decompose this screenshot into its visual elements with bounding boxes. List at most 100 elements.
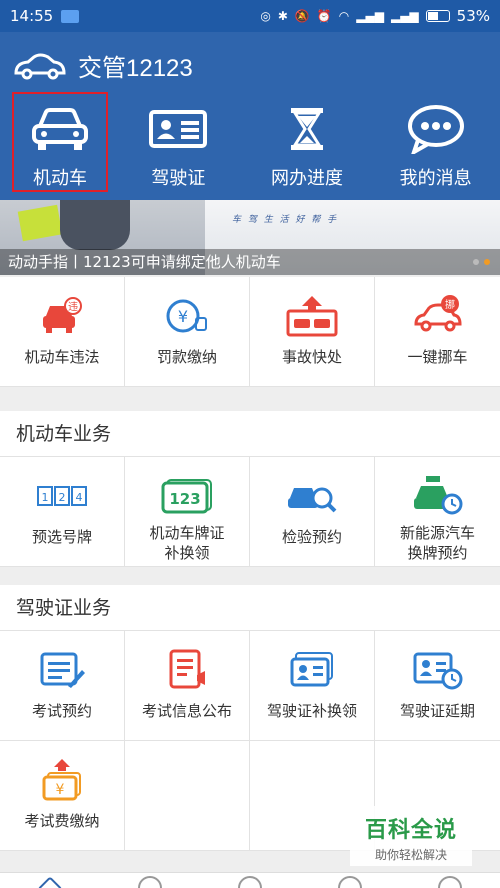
nav-messages[interactable]: 我的消息 [371, 94, 500, 194]
top-nav: 机动车 驾驶证 网办进度 我的消息 [0, 92, 500, 194]
quick-action-move-car-label: 一键挪车 [407, 348, 468, 366]
tab-5-icon [438, 876, 462, 888]
chat-bubble-icon [404, 104, 468, 154]
battery-icon [425, 10, 450, 22]
svg-text:¥: ¥ [56, 782, 65, 798]
tab-2-icon [138, 876, 162, 888]
nav-progress[interactable]: 网办进度 [243, 94, 372, 194]
nav-license-label: 驾驶证 [151, 168, 206, 189]
banner-vest [17, 204, 63, 242]
license-item-license-replace[interactable]: 驾驶证补换领 [250, 631, 375, 741]
notification-app-icon [61, 9, 80, 23]
quick-action-violation[interactable]: 违 机动车违法 [0, 277, 125, 387]
home-icon [37, 876, 63, 888]
vehicle-item-plate-replace[interactable]: 123 机动车牌证 补换领 [125, 457, 250, 567]
status-bar: 14:55 ◎ ✱ 🔕 ⏰ ◠ ▂▄▆ ▂▄▆ 53% [0, 0, 500, 32]
tab-3-icon [238, 876, 262, 888]
tab-5[interactable] [400, 873, 500, 888]
banner-slogan: 车 驾 生 活 好 帮 手 [232, 215, 339, 225]
bluetooth-icon: ✱ [277, 9, 288, 23]
car-front-icon [28, 104, 92, 154]
license-item-empty-1 [125, 741, 250, 851]
wifi-icon: ◠ [338, 9, 350, 23]
nav-vehicle[interactable]: 机动车 [12, 92, 108, 192]
quick-action-move-car[interactable]: 挪 一键挪车 [375, 277, 500, 387]
status-time: 14:55 [10, 7, 54, 25]
nfc-icon: ◎ [260, 9, 271, 23]
svg-text:2: 2 [59, 491, 66, 504]
quick-actions-card: 违 机动车违法 ¥ 罚款缴纳 事故快处 挪 一键挪车 [0, 277, 500, 387]
nav-vehicle-label: 机动车 [33, 168, 87, 189]
license-item-exam-info[interactable]: 考试信息公布 [125, 631, 250, 741]
svg-text:挪: 挪 [445, 298, 455, 311]
inspection-icon [285, 473, 339, 519]
license-item-license-extend[interactable]: 驾驶证延期 [375, 631, 500, 741]
license-services-title: 驾驶证业务 [0, 585, 500, 631]
plate-select-icon: 1 2 4 [35, 473, 89, 519]
banner-caption: 动动手指丨12123可申请绑定他人机动车 [0, 249, 500, 275]
vehicle-item-plate-select-label: 预选号牌 [31, 528, 92, 546]
svg-text:123: 123 [169, 490, 200, 508]
vehicle-item-new-energy[interactable]: 新能源汽车 换牌预约 [375, 457, 500, 567]
license-item-exam-booking-label: 考试预约 [31, 702, 92, 720]
banner-person [60, 200, 130, 250]
license-item-exam-booking[interactable]: 考试预约 [0, 631, 125, 741]
fine-payment-icon: ¥ [160, 293, 214, 339]
signal-icon-2: ▂▄▆ [390, 9, 419, 23]
svg-text:¥: ¥ [178, 307, 188, 326]
vehicle-item-inspection[interactable]: 检验预约 [250, 457, 375, 567]
plate-replace-icon: 123 [160, 473, 214, 519]
vehicle-services-title: 机动车业务 [0, 411, 500, 457]
vehicle-item-inspection-label: 检验预约 [281, 528, 342, 546]
quick-action-fine-label: 罚款缴纳 [156, 348, 217, 366]
quick-action-fine[interactable]: ¥ 罚款缴纳 [125, 277, 250, 387]
tab-2[interactable] [100, 873, 200, 888]
app-title: 交管12123 [78, 55, 193, 82]
banner-pagination [473, 259, 490, 265]
tab-home[interactable] [0, 873, 100, 888]
quick-action-accident[interactable]: 事故快处 [250, 277, 375, 387]
banner-dot-1[interactable] [473, 259, 479, 265]
battery-percent: 53% [456, 7, 490, 25]
signal-icon: ▂▄▆ [356, 9, 384, 23]
vehicle-item-plate-select[interactable]: 1 2 4 预选号牌 [0, 457, 125, 567]
license-extend-icon [411, 647, 465, 693]
new-energy-icon [411, 473, 465, 519]
exam-info-icon [160, 647, 214, 693]
car-violation-icon: 违 [35, 293, 89, 339]
license-item-exam-fee-label: 考试费缴纳 [24, 812, 100, 830]
license-item-exam-fee[interactable]: ¥ 考试费缴纳 [0, 741, 125, 851]
car-logo-icon [14, 53, 66, 79]
license-item-exam-info-label: 考试信息公布 [141, 702, 232, 720]
vehicle-item-new-energy-label: 新能源汽车 换牌预约 [399, 524, 475, 562]
app-logo-row: 交管12123 [12, 48, 193, 83]
svg-text:违: 违 [68, 301, 78, 313]
license-card-icon [146, 104, 210, 154]
license-item-license-replace-label: 驾驶证补换领 [266, 702, 357, 720]
vehicle-services-card: 机动车业务 1 2 4 预选号牌 123 机动车牌证 补换领 检验预约 新能源汽… [0, 411, 500, 567]
watermark: 百科全说 助你轻松解决 [350, 806, 472, 866]
exam-booking-icon [35, 647, 89, 693]
license-replace-icon [285, 647, 339, 693]
watermark-subtitle: 助你轻松解决 [374, 848, 447, 862]
mute-icon: 🔕 [294, 9, 310, 23]
quick-action-accident-label: 事故快处 [281, 348, 342, 366]
tab-3[interactable] [200, 873, 300, 888]
svg-text:1: 1 [42, 491, 49, 504]
nav-progress-label: 网办进度 [271, 168, 343, 189]
promo-banner[interactable]: 车 驾 生 活 好 帮 手 动动手指丨12123可申请绑定他人机动车 [0, 200, 500, 275]
nav-license[interactable]: 驾驶证 [114, 94, 243, 194]
quick-action-violation-label: 机动车违法 [24, 348, 100, 366]
exam-fee-icon: ¥ [35, 757, 89, 803]
watermark-title: 百科全说 [364, 818, 457, 843]
tab-4[interactable] [300, 873, 400, 888]
app-header: 交管12123 机动车 驾驶证 网办进度 我的消息 [0, 32, 500, 200]
move-car-icon: 挪 [411, 293, 465, 339]
banner-dot-2[interactable] [484, 259, 490, 265]
svg-text:4: 4 [76, 491, 83, 504]
bottom-tab-bar [0, 872, 500, 888]
nav-messages-label: 我的消息 [399, 168, 472, 189]
hourglass-icon [275, 104, 339, 154]
tab-4-icon [338, 876, 362, 888]
alarm-icon: ⏰ [316, 9, 332, 23]
